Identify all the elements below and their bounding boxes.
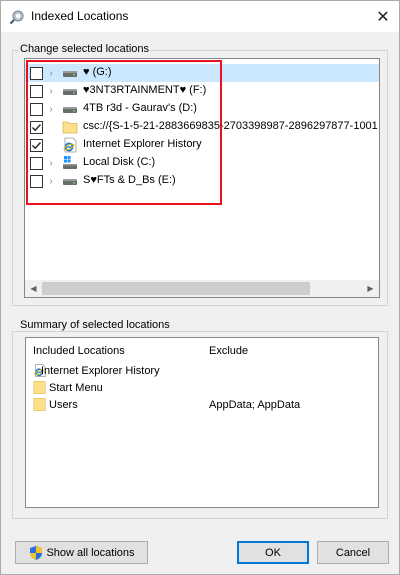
included-location: Start Menu: [49, 382, 103, 394]
locations-tree[interactable]: › ♥ (G:) › ♥3NT3RTAINMENT♥ (F:) › 4TB r3…: [24, 58, 380, 298]
tree-item-c-drive[interactable]: › Local Disk (C:): [25, 154, 379, 172]
checkbox-csc[interactable]: [30, 120, 43, 134]
tree-item-e-drive[interactable]: › S♥FTs & D_Bs (E:): [25, 172, 379, 190]
expand-arrow-icon[interactable]: ›: [47, 100, 55, 118]
drive-icon: [63, 71, 77, 77]
excluded-folders: AppData; AppData: [209, 399, 301, 411]
uac-shield-icon: [30, 545, 43, 560]
column-header-exclude: Exclude: [209, 345, 249, 357]
checkbox-c-drive[interactable]: [30, 156, 43, 170]
tree-item-label: csc://{S-1-5-21-2883669835-2703398987-28…: [83, 120, 378, 132]
summary-row: Internet Explorer History: [26, 363, 378, 380]
checkbox-e-drive[interactable]: [30, 174, 43, 188]
checkbox-g-drive[interactable]: [30, 66, 43, 80]
show-all-locations-label: Show all locations: [46, 546, 135, 559]
ok-button[interactable]: OK: [237, 541, 309, 564]
summary-group-label: Summary of selected locations: [19, 319, 171, 331]
windows-drive-icon: [63, 156, 77, 169]
window-title: Indexed Locations: [31, 9, 129, 23]
summary-list: Included Locations Exclude Internet Expl…: [25, 337, 379, 508]
tree-item-label: Internet Explorer History: [83, 138, 202, 150]
summary-row: Users AppData; AppData: [26, 397, 378, 414]
change-locations-label: Change selected locations: [19, 43, 151, 55]
tree-item-label: ♥ (G:): [83, 66, 112, 78]
tree-item-d-drive[interactable]: › 4TB r3d - Gaurav's (D:): [25, 100, 379, 118]
expand-arrow-icon[interactable]: ›: [47, 64, 55, 82]
scrollbar-thumb[interactable]: [42, 282, 310, 295]
checkbox-ie-history[interactable]: [30, 138, 43, 152]
column-header-included: Included Locations: [33, 345, 125, 357]
horizontal-scrollbar[interactable]: ◀ ▶: [25, 280, 379, 297]
tree-item-g-drive[interactable]: › ♥ (G:): [25, 64, 379, 82]
included-location: Internet Explorer History: [41, 365, 160, 377]
tree-item-label: S♥FTs & D_Bs (E:): [83, 174, 176, 186]
expand-arrow-icon[interactable]: ›: [47, 172, 55, 190]
indexed-locations-dialog: Indexed Locations ✕ Change selected loca…: [0, 0, 400, 575]
show-all-locations-button[interactable]: Show all locations: [15, 541, 148, 564]
tree-item-label: ♥3NT3RTAINMENT♥ (F:): [83, 84, 207, 96]
folder-icon: [33, 398, 46, 411]
checkmark-icon: [32, 141, 42, 149]
close-icon[interactable]: ✕: [367, 1, 399, 32]
folder-icon: [33, 381, 46, 394]
indexing-options-icon: [9, 10, 24, 25]
checkmark-icon: [32, 123, 42, 131]
drive-icon: [63, 89, 77, 95]
tree-item-f-drive[interactable]: › ♥3NT3RTAINMENT♥ (F:): [25, 82, 379, 100]
cancel-button[interactable]: Cancel: [317, 541, 389, 564]
expand-arrow-icon[interactable]: ›: [47, 82, 55, 100]
expand-arrow-icon[interactable]: ›: [47, 154, 55, 172]
scroll-left-icon[interactable]: ◀: [25, 280, 42, 297]
folder-icon: [62, 121, 78, 134]
scroll-right-icon[interactable]: ▶: [362, 280, 379, 297]
ie-icon: [63, 137, 77, 153]
tree-item-label: Local Disk (C:): [83, 156, 156, 168]
tree-item-label: 4TB r3d - Gaurav's (D:): [83, 102, 197, 114]
title-bar: Indexed Locations ✕: [1, 1, 399, 32]
included-location: Users: [49, 399, 78, 411]
cancel-label: Cancel: [335, 546, 371, 559]
drive-icon: [63, 107, 77, 113]
checkbox-d-drive[interactable]: [30, 102, 43, 116]
drive-icon: [63, 179, 77, 185]
ok-label: OK: [265, 546, 281, 559]
tree-item-ie-history[interactable]: Internet Explorer History: [25, 136, 379, 154]
summary-row: Start Menu: [26, 380, 378, 397]
checkbox-f-drive[interactable]: [30, 84, 43, 98]
tree-item-csc[interactable]: csc://{S-1-5-21-2883669835-2703398987-28…: [25, 118, 379, 136]
